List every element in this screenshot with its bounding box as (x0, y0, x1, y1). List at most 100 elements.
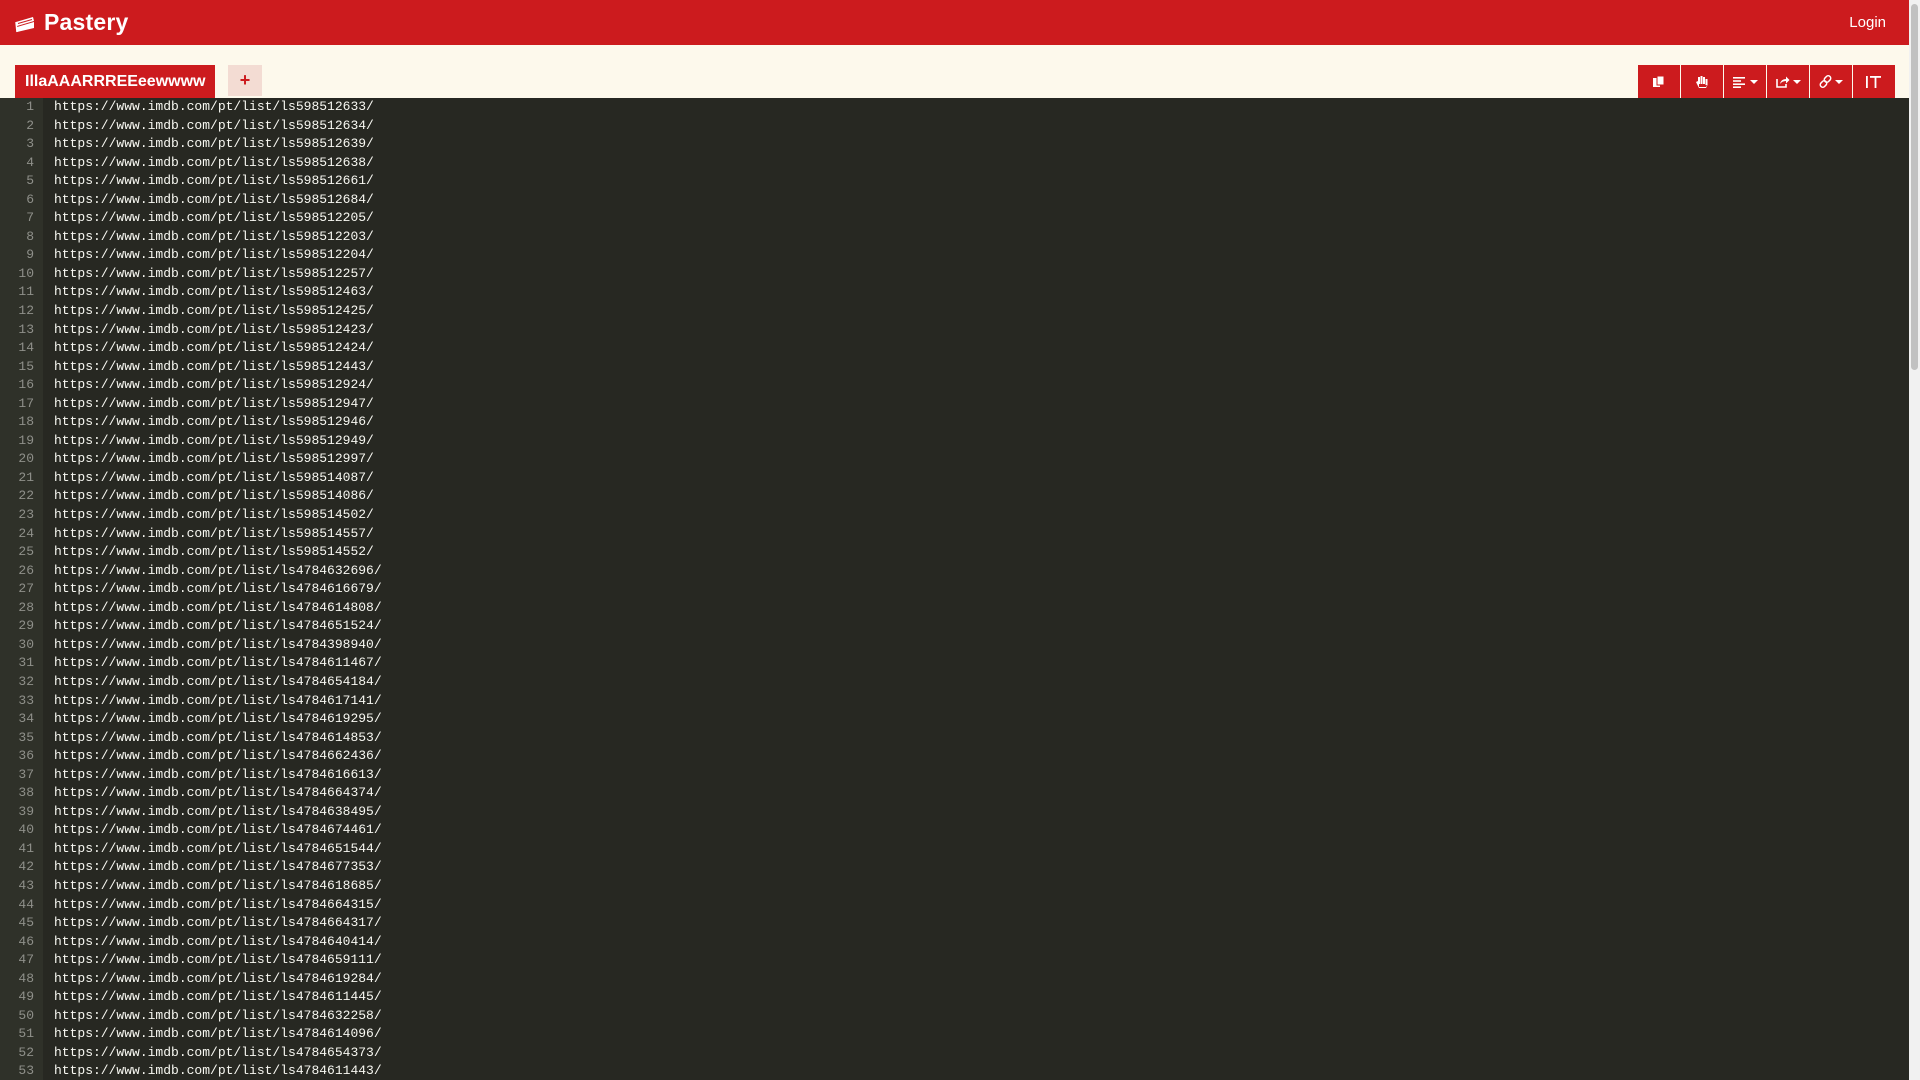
line-text: https://www.imdb.com/pt/list/ls478466431… (54, 915, 382, 931)
line-number: 49 (18, 989, 34, 1005)
link-dropdown-button[interactable] (1810, 65, 1852, 98)
line-number: 32 (18, 673, 34, 689)
share-dropdown-button[interactable] (1767, 65, 1809, 98)
line-text: https://www.imdb.com/pt/list/ls598512634… (54, 117, 374, 133)
line-text: https://www.imdb.com/pt/list/ls598512946… (54, 414, 374, 430)
line-number: 21 (18, 469, 34, 485)
hand-icon (1696, 75, 1708, 88)
line-number: 34 (18, 711, 34, 727)
page-scrollbar[interactable] (1909, 0, 1920, 1080)
line-number: 29 (18, 618, 34, 634)
line-text: https://www.imdb.com/pt/list/ls598512661… (54, 173, 374, 189)
line-text: https://www.imdb.com/pt/list/ls478461714… (54, 692, 382, 708)
line-number: 30 (18, 636, 34, 652)
line-text: https://www.imdb.com/pt/list/ls478466431… (54, 896, 382, 912)
line-number: 39 (18, 803, 34, 819)
line-text: https://www.imdb.com/pt/list/ls598514552… (54, 544, 374, 560)
login-link[interactable]: Login (1849, 14, 1886, 31)
copy-icon (1653, 75, 1665, 87)
line-text: https://www.imdb.com/pt/list/ls598514557… (54, 525, 374, 541)
line-text: https://www.imdb.com/pt/list/ls478467446… (54, 822, 382, 838)
line-number: 18 (18, 414, 34, 430)
line-number: 23 (18, 507, 34, 523)
scrollbar-thumb[interactable] (1911, 4, 1918, 370)
tab-paste-title[interactable]: IllaAAARRREEeewwww (15, 65, 216, 98)
line-number: 1 (26, 99, 34, 114)
brand-logo-link[interactable]: Pastery (14, 9, 129, 36)
line-text: https://www.imdb.com/pt/list/ls598514086… (54, 488, 374, 504)
line-text: https://www.imdb.com/pt/list/ls478467735… (54, 859, 382, 875)
line-number: 31 (18, 655, 34, 671)
align-dropdown-button[interactable] (1724, 65, 1766, 98)
line-text: https://www.imdb.com/pt/list/ls478461661… (54, 766, 382, 782)
line-number: 53 (18, 1063, 34, 1079)
line-number: 24 (18, 525, 34, 541)
line-number: 7 (26, 210, 34, 226)
line-text: https://www.imdb.com/pt/list/ls598512463… (54, 284, 374, 300)
line-text: https://www.imdb.com/pt/list/ls598512639… (54, 136, 374, 152)
line-text: https://www.imdb.com/pt/list/ls598512997… (54, 451, 374, 467)
line-text: https://www.imdb.com/pt/list/ls598514087… (54, 469, 374, 485)
link-icon (1819, 75, 1832, 88)
share-icon (1775, 76, 1789, 88)
line-number: 20 (18, 451, 34, 467)
line-number: 48 (18, 970, 34, 986)
line-number: 9 (26, 247, 34, 263)
line-number: 52 (18, 1044, 34, 1060)
line-text: https://www.imdb.com/pt/list/ls478463225… (54, 1007, 382, 1023)
line-text: https://www.imdb.com/pt/list/ls478461144… (54, 989, 382, 1005)
line-text: https://www.imdb.com/pt/list/ls598512947… (54, 395, 374, 411)
code-editor[interactable]: 1 https://www.imdb.com/pt/list/ls59851263… (0, 98, 1909, 1080)
tab-bar: IllaAAARRREEeewwww + (0, 45, 1909, 98)
line-text: https://www.imdb.com/pt/list/ls598512425… (54, 303, 374, 319)
line-text: https://www.imdb.com/pt/list/ls478465911… (54, 952, 382, 968)
line-number: 6 (26, 191, 34, 207)
line-text: https://www.imdb.com/pt/list/ls478465154… (54, 840, 382, 856)
line-text: https://www.imdb.com/pt/list/ls598512204… (54, 247, 374, 263)
line-number: 22 (18, 488, 34, 504)
cake-slice-icon (15, 16, 34, 32)
line-number: 17 (18, 395, 34, 411)
line-text: https://www.imdb.com/pt/list/ls478461929… (54, 711, 382, 727)
line-number: 33 (18, 692, 34, 708)
align-left-icon (1732, 76, 1745, 88)
line-text: https://www.imdb.com/pt/list/ls478464041… (54, 933, 382, 949)
line-number: 41 (18, 840, 34, 856)
line-text: https://www.imdb.com/pt/list/ls598512638… (54, 154, 374, 170)
line-number: 15 (18, 358, 34, 374)
line-text: https://www.imdb.com/pt/list/ls478461480… (54, 599, 382, 615)
caret-down-icon (1792, 79, 1801, 84)
line-number: 44 (18, 896, 34, 912)
brand-name: Pastery (44, 9, 129, 35)
line-text: https://www.imdb.com/pt/list/ls598512924… (54, 377, 374, 393)
line-number: 46 (18, 933, 34, 949)
line-text: https://www.imdb.com/pt/list/ls478465437… (54, 1044, 382, 1060)
copy-button[interactable] (1638, 65, 1680, 98)
line-number: 51 (18, 1026, 34, 1042)
line-text: https://www.imdb.com/pt/list/ls598512203… (54, 228, 374, 244)
line-number: 16 (18, 377, 34, 393)
line-text: https://www.imdb.com/pt/list/ls598514502… (54, 507, 374, 523)
hand-button[interactable] (1681, 65, 1723, 98)
line-number: 12 (18, 303, 34, 319)
text-size-button[interactable] (1853, 65, 1895, 98)
line-number: 45 (18, 915, 34, 931)
caret-down-icon (1835, 79, 1843, 84)
line-text: https://www.imdb.com/pt/list/ls478461144… (54, 1063, 382, 1079)
line-number: 27 (18, 581, 34, 597)
line-text: https://www.imdb.com/pt/list/ls598512443… (54, 358, 374, 374)
add-tab-button[interactable]: + (228, 65, 262, 96)
line-text: https://www.imdb.com/pt/list/ls478461485… (54, 729, 382, 745)
line-number: 47 (18, 952, 34, 968)
line-number: 28 (18, 599, 34, 615)
top-navbar: Pastery Login (0, 0, 1909, 45)
line-number: 40 (18, 822, 34, 838)
line-text: https://www.imdb.com/pt/list/ls478461667… (54, 581, 382, 597)
line-number: 19 (18, 432, 34, 448)
line-number: 10 (18, 265, 34, 281)
line-number: 26 (18, 562, 34, 578)
paste-toolbar (1638, 65, 1895, 98)
line-text: https://www.imdb.com/pt/list/ls598512423… (54, 321, 374, 337)
text-height-icon (1866, 75, 1881, 88)
line-number: 5 (26, 173, 34, 189)
